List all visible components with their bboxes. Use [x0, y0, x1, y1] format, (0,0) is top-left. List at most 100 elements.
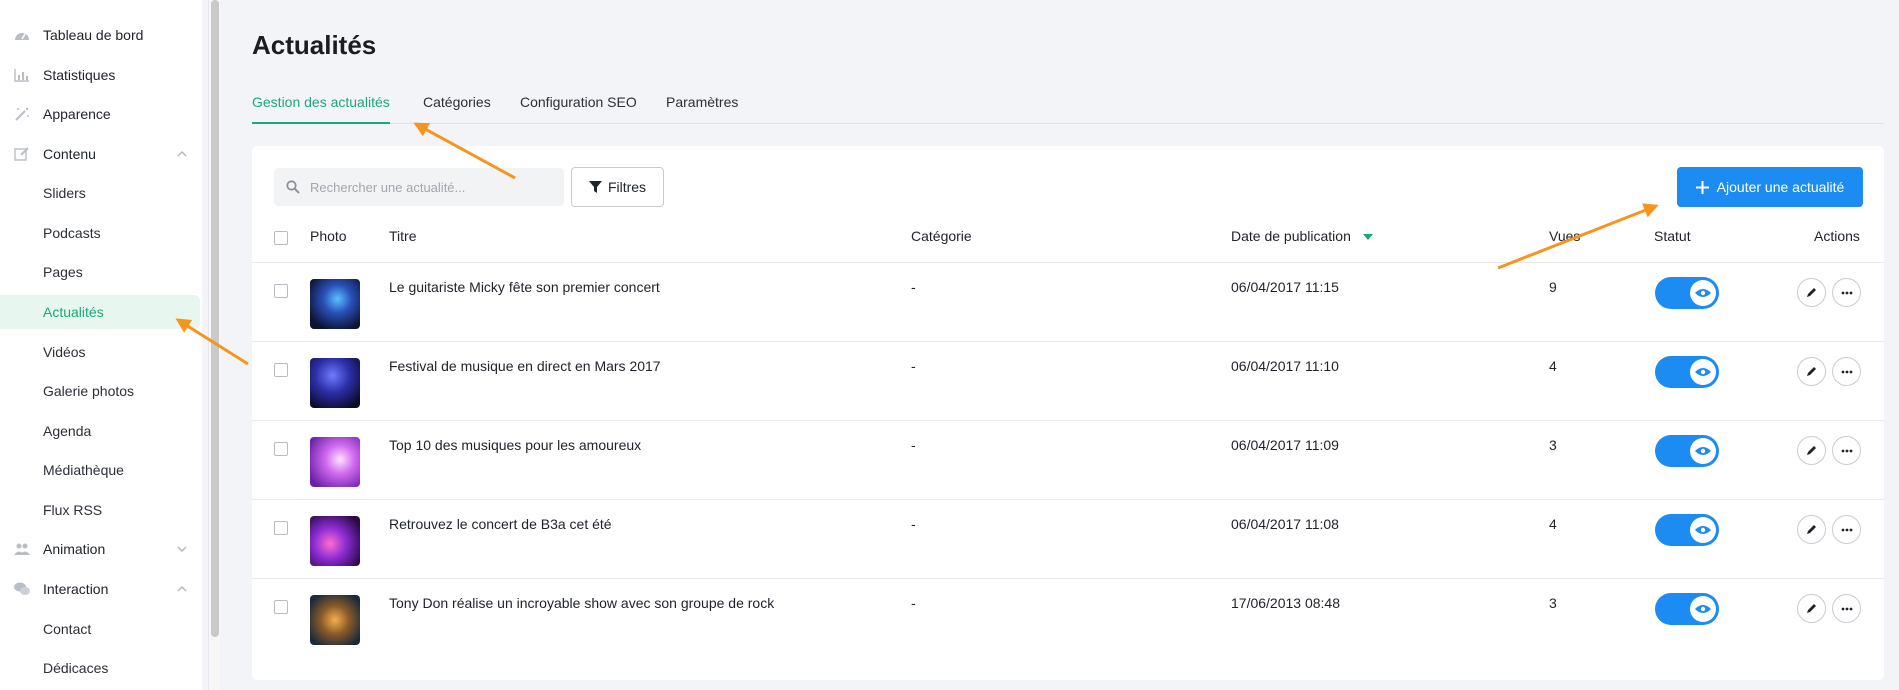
row-checkbox[interactable] [274, 521, 288, 535]
publish-toggle[interactable] [1655, 356, 1719, 388]
pencil-icon [1807, 525, 1816, 534]
column-header-title[interactable]: Titre [389, 228, 416, 244]
publish-toggle[interactable] [1655, 277, 1719, 309]
news-views: 9 [1549, 279, 1557, 295]
page-title: Actualités [252, 30, 377, 60]
column-header-category[interactable]: Catégorie [911, 228, 972, 244]
sidebar-item-contact[interactable]: Contact [0, 612, 202, 646]
sidebar-item-animation[interactable]: Animation [0, 532, 202, 566]
more-options-button[interactable] [1832, 515, 1861, 544]
row-checkbox[interactable] [274, 600, 288, 614]
news-views: 4 [1549, 516, 1557, 532]
news-title[interactable]: Festival de musique en direct en Mars 20… [389, 358, 661, 374]
sidebar-item-videos[interactable]: Vidéos [0, 335, 202, 369]
edit-button[interactable] [1797, 357, 1826, 386]
sidebar-item-pages[interactable]: Pages [0, 255, 202, 289]
sidebar-item-photo-gallery[interactable]: Galerie photos [0, 374, 202, 408]
sidebar-item-dashboard[interactable]: Tableau de bord [0, 18, 202, 52]
table-row[interactable]: Top 10 des musiques pour les amoureux - … [252, 420, 1884, 499]
news-thumbnail[interactable] [310, 516, 360, 566]
news-thumbnail[interactable] [310, 279, 360, 329]
filters-button-label: Filtres [607, 179, 647, 195]
news-views: 3 [1549, 437, 1557, 453]
search-box [274, 168, 564, 206]
add-news-button-label: Ajouter une actualité [1716, 179, 1845, 195]
sidebar-item-dedications[interactable]: Dédicaces [0, 651, 202, 685]
news-title[interactable]: Le guitariste Micky fête son premier con… [389, 279, 660, 295]
news-list-card: Filtres Ajouter une actualité Photo Titr… [252, 146, 1884, 680]
column-header-photo: Photo [310, 228, 347, 244]
sort-descending-icon[interactable] [1363, 234, 1373, 240]
news-thumbnail[interactable] [310, 437, 360, 487]
sidebar-item-sliders[interactable]: Sliders [0, 176, 202, 210]
chevron-up-icon [177, 151, 187, 157]
news-views: 4 [1549, 358, 1557, 374]
more-options-button[interactable] [1832, 436, 1861, 465]
publish-toggle[interactable] [1655, 435, 1719, 467]
add-news-button[interactable]: Ajouter une actualité [1677, 167, 1863, 207]
news-title[interactable]: Retrouvez le concert de B3a cet été [389, 516, 612, 532]
chevron-down-icon [177, 546, 187, 552]
filters-button[interactable]: Filtres [571, 167, 664, 207]
tab-bar: Gestion des actualités Catégories Config… [252, 94, 1884, 124]
sidebar-item-label: Contenu [43, 146, 96, 162]
edit-button[interactable] [1797, 436, 1826, 465]
news-thumbnail[interactable] [310, 595, 360, 645]
eye-icon [1695, 289, 1711, 297]
sidebar-item-label: Flux RSS [43, 502, 103, 518]
sidebar-item-agenda[interactable]: Agenda [0, 414, 202, 448]
tab-settings[interactable]: Paramètres [666, 94, 738, 124]
table-row[interactable]: Tony Don réalise un incroyable show avec… [252, 578, 1884, 657]
news-date: 06/04/2017 11:08 [1231, 516, 1339, 532]
row-checkbox[interactable] [274, 284, 288, 298]
news-thumbnail[interactable] [310, 358, 360, 408]
sidebar-item-label: Vidéos [43, 344, 86, 360]
sidebar-item-media-library[interactable]: Médiathèque [0, 453, 202, 487]
row-checkbox[interactable] [274, 442, 288, 456]
sidebar-item-podcasts[interactable]: Podcasts [0, 216, 202, 250]
sidebar-item-appearance[interactable]: Apparence [0, 97, 202, 131]
news-date: 06/04/2017 11:10 [1231, 358, 1339, 374]
news-category: - [911, 358, 916, 374]
sidebar-item-label: Animation [43, 541, 106, 557]
sidebar-item-label: Podcasts [43, 225, 101, 241]
row-checkbox[interactable] [274, 363, 288, 377]
table-row[interactable]: Le guitariste Micky fête son premier con… [252, 262, 1884, 341]
tab-news-management[interactable]: Gestion des actualités [252, 94, 390, 124]
sidebar-item-statistics[interactable]: Statistiques [0, 58, 202, 92]
edit-icon [14, 147, 29, 161]
search-input[interactable] [310, 168, 560, 206]
publish-toggle[interactable] [1655, 514, 1719, 546]
tab-categories[interactable]: Catégories [423, 94, 491, 124]
publish-toggle[interactable] [1655, 593, 1719, 625]
users-icon [14, 543, 30, 555]
more-options-button[interactable] [1832, 357, 1861, 386]
edit-button[interactable] [1797, 515, 1826, 544]
news-title[interactable]: Top 10 des musiques pour les amoureux [389, 437, 641, 453]
sidebar-item-content[interactable]: Contenu [0, 137, 202, 171]
more-options-button[interactable] [1832, 278, 1861, 307]
news-title[interactable]: Tony Don réalise un incroyable show avec… [389, 595, 774, 611]
pencil-icon [1807, 367, 1816, 376]
more-options-button[interactable] [1832, 594, 1861, 623]
edit-button[interactable] [1797, 594, 1826, 623]
news-category: - [911, 279, 916, 295]
table-row[interactable]: Festival de musique en direct en Mars 20… [252, 341, 1884, 420]
sidebar-item-news[interactable]: Actualités [0, 295, 200, 329]
sidebar: Tableau de bord Statistiques Apparence C… [0, 0, 202, 690]
sidebar-item-label: Sliders [43, 185, 86, 201]
sidebar-item-rss-feed[interactable]: Flux RSS [0, 493, 202, 527]
news-views: 3 [1549, 595, 1557, 611]
sidebar-scrollbar-thumb[interactable] [211, 0, 219, 637]
column-header-views[interactable]: Vues [1549, 228, 1580, 244]
column-header-date[interactable]: Date de publication [1231, 228, 1351, 244]
table-row[interactable]: Retrouvez le concert de B3a cet été - 06… [252, 499, 1884, 578]
eye-icon [1695, 368, 1711, 376]
ellipsis-icon [1841, 370, 1852, 373]
sidebar-item-label: Tableau de bord [43, 27, 144, 43]
news-date: 17/06/2013 08:48 [1231, 595, 1340, 611]
select-all-checkbox[interactable] [274, 231, 288, 245]
edit-button[interactable] [1797, 278, 1826, 307]
sidebar-item-interaction[interactable]: Interaction [0, 572, 202, 606]
tab-seo-configuration[interactable]: Configuration SEO [520, 94, 637, 124]
